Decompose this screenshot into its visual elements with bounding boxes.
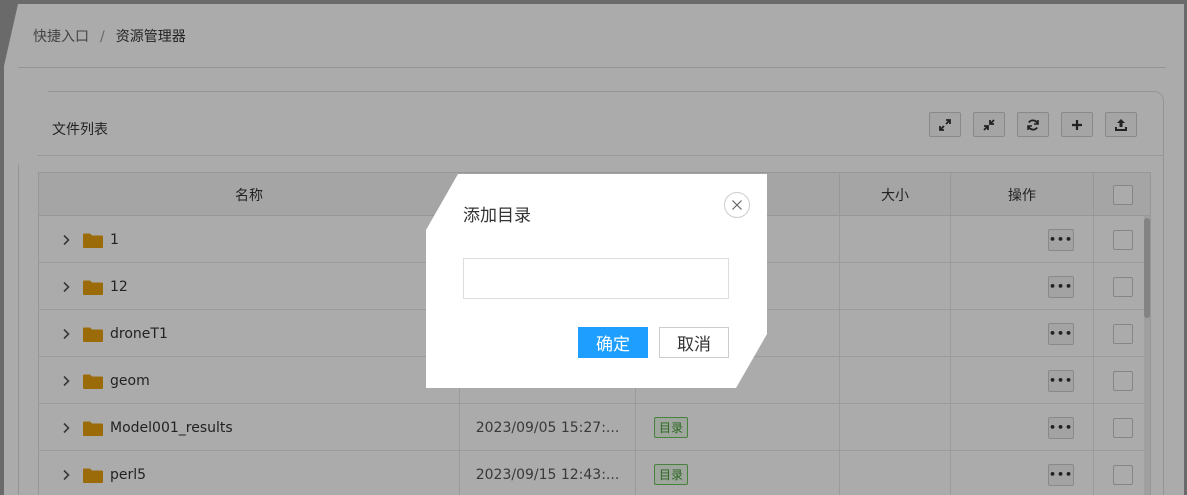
dialog-title: 添加目录 (463, 206, 531, 226)
dialog-close-button[interactable] (724, 192, 750, 218)
cancel-button[interactable]: 取消 (659, 327, 729, 358)
confirm-button[interactable]: 确定 (578, 327, 648, 358)
close-icon (732, 200, 742, 210)
add-directory-dialog: 添加目录 确定 取消 (426, 174, 767, 388)
directory-name-input[interactable] (463, 258, 729, 299)
